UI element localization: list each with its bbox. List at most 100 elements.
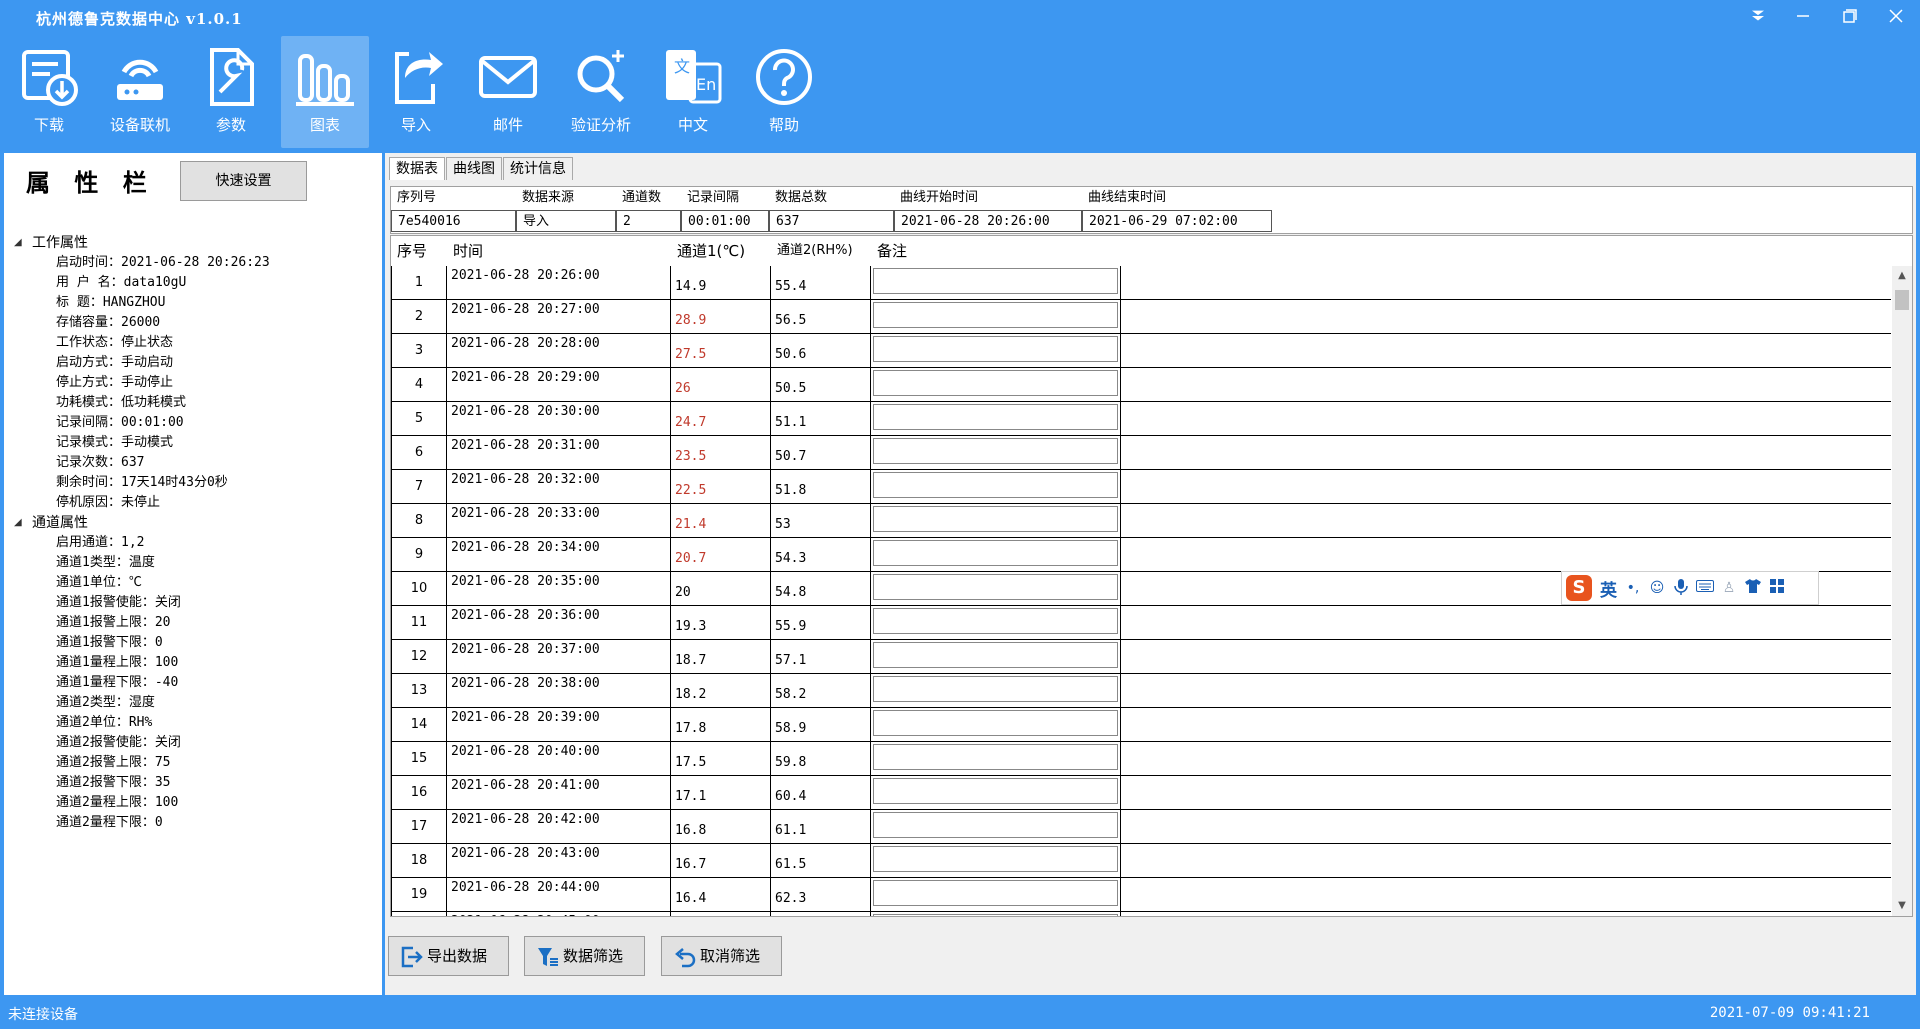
restore-icon[interactable] — [1830, 4, 1870, 32]
tree-item[interactable]: 标 题：HANGZHOU — [4, 293, 270, 313]
scroll-down-icon[interactable]: ▼ — [1892, 896, 1912, 916]
note-input[interactable] — [873, 778, 1118, 804]
quick-settings-button[interactable]: 快速设置 — [180, 161, 307, 201]
table-row[interactable]: 17 2021-06-28 20:42:00 16.8 61.1 — [391, 810, 1891, 844]
note-input[interactable] — [873, 404, 1118, 430]
table-row[interactable]: 19 2021-06-28 20:44:00 16.4 62.3 — [391, 878, 1891, 912]
toolbar-verify-button[interactable]: 验证分析 — [557, 36, 645, 148]
close-icon[interactable] — [1876, 4, 1916, 32]
tree-item[interactable]: 通道2报警下限：35 — [4, 773, 270, 793]
toolbar-mail-button[interactable]: 邮件 — [464, 36, 552, 148]
tree-item[interactable]: 启动方式：手动启动 — [4, 353, 270, 373]
tree-item[interactable]: 通道1量程上限：100 — [4, 653, 270, 673]
tree-item[interactable]: 通道1量程下限：-40 — [4, 673, 270, 693]
cancel-filter-button[interactable]: 取消筛选 — [661, 936, 782, 976]
note-input[interactable] — [873, 880, 1118, 906]
vertical-scrollbar[interactable]: ▲ ▼ — [1892, 266, 1912, 916]
tree-item[interactable]: 启用通道：1,2 — [4, 533, 270, 553]
tree-item[interactable]: 通道2单位：RH% — [4, 713, 270, 733]
tree-item[interactable]: 停机原因：未停止 — [4, 493, 270, 513]
table-row[interactable]: 15 2021-06-28 20:40:00 17.5 59.8 — [391, 742, 1891, 776]
tree-item[interactable]: 记录次数：637 — [4, 453, 270, 473]
scroll-thumb[interactable] — [1895, 290, 1909, 310]
table-row[interactable]: 13 2021-06-28 20:38:00 18.2 58.2 — [391, 674, 1891, 708]
skin-shirt-icon[interactable] — [1744, 579, 1762, 597]
toolbar-chart-button[interactable]: 图表 — [281, 36, 369, 148]
note-input[interactable] — [873, 914, 1118, 916]
toolbar-params-button[interactable]: 参数 — [187, 36, 275, 148]
dropdown-icon[interactable] — [1738, 4, 1778, 32]
ime-language-toggle[interactable]: 英 — [1600, 576, 1617, 601]
tree-group[interactable]: ◢ 通道属性 — [4, 513, 270, 533]
table-row[interactable]: 2 2021-06-28 20:27:00 28.9 56.5 — [391, 300, 1891, 334]
table-row[interactable]: 16 2021-06-28 20:41:00 17.1 60.4 — [391, 776, 1891, 810]
tree-item[interactable]: 记录模式：手动模式 — [4, 433, 270, 453]
table-row[interactable]: 14 2021-06-28 20:39:00 17.8 58.9 — [391, 708, 1891, 742]
tree-item[interactable]: 通道2报警使能：关闭 — [4, 733, 270, 753]
tree-item[interactable]: 通道2类型：湿度 — [4, 693, 270, 713]
microphone-icon[interactable] — [1672, 579, 1690, 597]
summary-end[interactable]: 2021-06-29 07:02:00 — [1082, 210, 1272, 232]
tree-item[interactable]: 通道1报警使能：关闭 — [4, 593, 270, 613]
summary-source[interactable]: 导入 — [516, 210, 616, 232]
note-input[interactable] — [873, 608, 1118, 634]
note-input[interactable] — [873, 540, 1118, 566]
tree-item[interactable]: 工作状态：停止状态 — [4, 333, 270, 353]
note-input[interactable] — [873, 438, 1118, 464]
table-row[interactable]: 5 2021-06-28 20:30:00 24.7 51.1 — [391, 402, 1891, 436]
table-row[interactable]: 11 2021-06-28 20:36:00 19.3 55.9 — [391, 606, 1891, 640]
note-input[interactable] — [873, 744, 1118, 770]
user-icon[interactable]: ♙ — [1720, 579, 1738, 597]
note-input[interactable] — [873, 574, 1118, 600]
tree-item[interactable]: 存储容量：26000 — [4, 313, 270, 333]
minimize-icon[interactable] — [1783, 4, 1823, 32]
collapse-triangle-icon[interactable]: ◢ — [14, 513, 22, 533]
tree-item[interactable]: 剩余时间：17天14时43分0秒 — [4, 473, 270, 493]
toolbar-download-button[interactable]: 下载 — [5, 36, 93, 148]
toolbar-connect-button[interactable]: 设备联机 — [96, 36, 184, 148]
ime-toolbar[interactable]: S 英 •, ☺ ♙ — [1561, 571, 1819, 605]
table-row[interactable]: 8 2021-06-28 20:33:00 21.4 53 — [391, 504, 1891, 538]
tree-item[interactable]: 记录间隔：00:01:00 — [4, 413, 270, 433]
toolbar-language-button[interactable]: 文 En 中文 — [649, 36, 737, 148]
tree-item[interactable]: 通道1报警上限：20 — [4, 613, 270, 633]
scroll-up-icon[interactable]: ▲ — [1892, 266, 1912, 286]
collapse-triangle-icon[interactable]: ◢ — [14, 233, 22, 253]
note-input[interactable] — [873, 812, 1118, 838]
keyboard-icon[interactable] — [1696, 579, 1714, 597]
note-input[interactable] — [873, 642, 1118, 668]
export-data-button[interactable]: 导出数据 — [388, 936, 509, 976]
table-row[interactable]: 4 2021-06-28 20:29:00 26 50.5 — [391, 368, 1891, 402]
tree-item[interactable]: 通道1报警下限：0 — [4, 633, 270, 653]
summary-total[interactable]: 637 — [769, 210, 894, 232]
tree-item[interactable]: 通道2量程下限：0 — [4, 813, 270, 833]
tree-item[interactable]: 启动时间：2021-06-28 20:26:23 — [4, 253, 270, 273]
table-row[interactable]: 3 2021-06-28 20:28:00 27.5 50.6 — [391, 334, 1891, 368]
note-input[interactable] — [873, 336, 1118, 362]
table-row[interactable]: 1 2021-06-28 20:26:00 14.9 55.4 — [391, 266, 1891, 300]
note-input[interactable] — [873, 676, 1118, 702]
tree-group[interactable]: ◢ 工作属性 — [4, 233, 270, 253]
table-row[interactable]: 9 2021-06-28 20:34:00 20.7 54.3 — [391, 538, 1891, 572]
summary-serial[interactable]: 7e540016 — [391, 210, 516, 232]
tree-item[interactable]: 停止方式：手动停止 — [4, 373, 270, 393]
summary-start[interactable]: 2021-06-28 20:26:00 — [894, 210, 1082, 232]
note-input[interactable] — [873, 846, 1118, 872]
table-row[interactable]: 7 2021-06-28 20:32:00 22.5 51.8 — [391, 470, 1891, 504]
tab-statistics[interactable]: 统计信息 — [503, 157, 573, 180]
tree-item[interactable]: 通道2报警上限：75 — [4, 753, 270, 773]
filter-data-button[interactable]: 数据筛选 — [524, 936, 645, 976]
table-row[interactable]: 6 2021-06-28 20:31:00 23.5 50.7 — [391, 436, 1891, 470]
tree-item[interactable]: 用 户 名：data10gU — [4, 273, 270, 293]
table-row[interactable]: 18 2021-06-28 20:43:00 16.7 61.5 — [391, 844, 1891, 878]
table-row[interactable]: 202021-06-28 20:45:0016.163.1 — [391, 912, 1891, 916]
note-input[interactable] — [873, 710, 1118, 736]
tree-item[interactable]: 通道1类型：温度 — [4, 553, 270, 573]
sogou-logo-icon[interactable]: S — [1566, 575, 1592, 601]
tab-curve-chart[interactable]: 曲线图 — [446, 157, 502, 180]
tree-item[interactable]: 功耗模式：低功耗模式 — [4, 393, 270, 413]
emoji-icon[interactable]: ☺ — [1648, 579, 1666, 597]
table-row[interactable]: 12 2021-06-28 20:37:00 18.7 57.1 — [391, 640, 1891, 674]
note-input[interactable] — [873, 268, 1118, 294]
toolbar-help-button[interactable]: 帮助 — [740, 36, 828, 148]
